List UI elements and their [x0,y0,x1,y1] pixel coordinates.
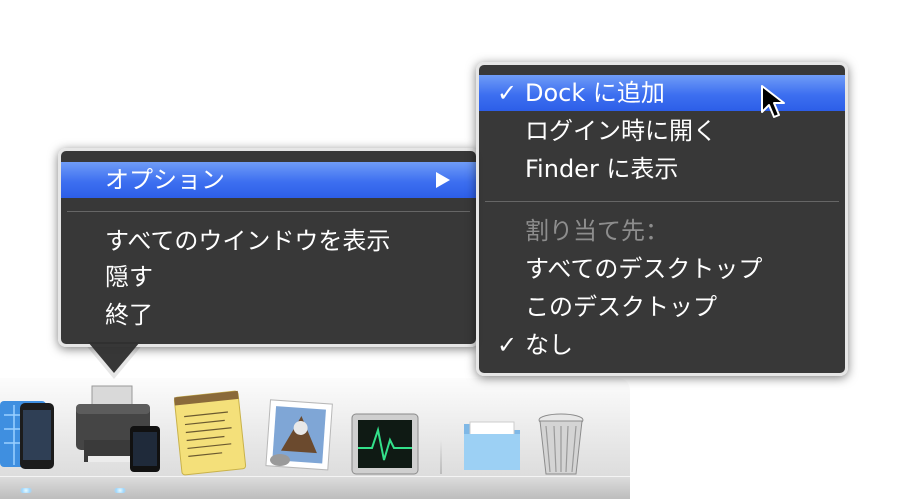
menu-item-keep-in-dock[interactable]: ✓ Dock に追加 [479,75,845,111]
menu-item-open-at-login[interactable]: ログイン時に開く [479,113,845,149]
menu-item-label: ログイン時に開く [525,117,717,145]
menu-item-none[interactable]: ✓ なし [479,327,845,363]
menu-item-show-in-finder[interactable]: Finder に表示 [479,151,845,187]
printer-icon[interactable] [70,382,166,478]
menu-item-hide[interactable]: 隠す [61,259,476,295]
dock-shelf [0,476,630,499]
menu-item-label: 隠す [105,263,153,291]
menu-item-options[interactable]: オプション [61,162,476,198]
xcode-icon[interactable] [0,395,62,475]
running-indicator [114,488,126,493]
menu-item-show-all-windows[interactable]: すべてのウインドウを表示 [61,223,476,259]
menu-item-label: 終了 [105,301,153,329]
menu-item-label: Dock に追加 [525,79,665,107]
dock-divider [440,440,442,474]
running-indicator [20,488,32,493]
menu-item-label: すべてのウインドウを表示 [105,227,391,255]
activity-monitor-icon[interactable] [350,412,420,476]
menu-header-label: 割り当て先： [525,217,669,245]
menu-item-label: なし [525,331,573,359]
menu-item-label: すべてのデスクトップ [525,255,763,283]
checkmark-icon: ✓ [497,331,518,359]
trash-icon[interactable] [536,412,586,478]
menu-item-all-desktops[interactable]: すべてのデスクトップ [479,251,845,287]
menu-separator [67,211,470,212]
textedit-icon[interactable] [170,388,250,478]
menu-header-assign-to: 割り当て先： [479,213,845,249]
options-submenu: ✓ Dock に追加 ログイン時に開く Finder に表示 割り当て先： すべ… [476,62,848,376]
menu-separator [485,201,839,202]
menu-item-quit[interactable]: 終了 [61,297,476,333]
checkmark-icon: ✓ [497,79,518,107]
documents-folder-icon[interactable] [460,414,524,474]
menu-pointer-fill [88,342,140,373]
menu-item-label: このデスクトップ [525,293,717,321]
mail-icon[interactable] [262,398,340,476]
submenu-arrow-icon [436,172,450,188]
dock-context-menu: オプション すべてのウインドウを表示 隠す 終了 [58,148,479,347]
menu-item-label: オプション [105,166,225,194]
mouse-cursor-icon [760,84,788,124]
menu-item-label: Finder に表示 [525,155,679,183]
menu-item-this-desktop[interactable]: このデスクトップ [479,289,845,325]
